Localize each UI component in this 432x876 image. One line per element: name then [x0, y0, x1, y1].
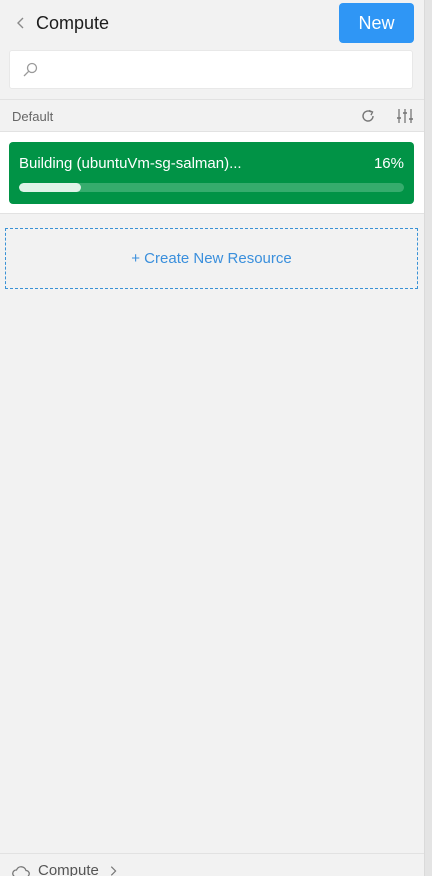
chevron-right-icon [110, 865, 117, 876]
resource-card[interactable]: Building (ubuntuVm-sg-salman)... 16% [9, 142, 414, 204]
filter-settings-icon[interactable] [396, 107, 414, 125]
breadcrumb[interactable]: Compute [12, 862, 119, 876]
footer: Compute [0, 853, 424, 876]
progress-percent: 16% [373, 155, 404, 172]
search-icon [23, 62, 38, 77]
progress-bar [19, 183, 404, 192]
cloud-icon [12, 865, 30, 876]
chevron-left-icon [17, 17, 24, 29]
group-bar: Default [0, 99, 424, 132]
group-label: Default [12, 109, 54, 124]
resource-list: Building (ubuntuVm-sg-salman)... 16% [0, 132, 424, 214]
header: Compute New [0, 0, 424, 46]
scrollbar[interactable] [424, 0, 432, 876]
compute-panel: Compute New Default Building (ubuntuVm-s… [0, 0, 424, 876]
search-box[interactable] [9, 50, 413, 89]
refresh-icon[interactable] [360, 108, 376, 124]
search-input[interactable] [50, 57, 405, 83]
page-title: Compute [36, 12, 110, 33]
create-new-resource-button[interactable]: + Create New Resource [5, 228, 418, 289]
progress-fill [19, 183, 81, 192]
create-new-resource-label: + Create New Resource [131, 250, 292, 267]
back-button[interactable]: Compute [14, 8, 109, 38]
breadcrumb-label: Compute [38, 862, 99, 876]
resource-name: Building (ubuntuVm-sg-salman)... [19, 155, 242, 172]
new-button[interactable]: New [339, 3, 414, 43]
